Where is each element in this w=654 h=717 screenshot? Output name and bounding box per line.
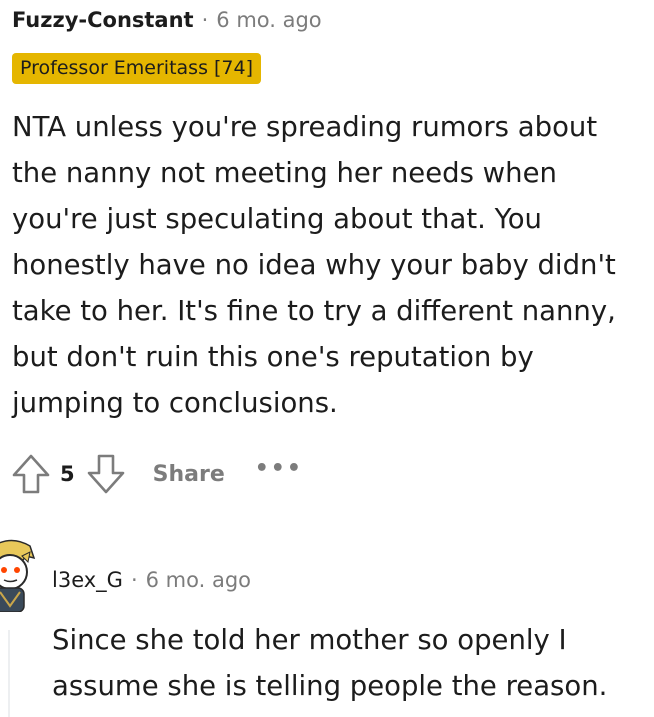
comment-body: NTA unless you're spreading rumors about… bbox=[12, 111, 616, 419]
upvote-arrow-icon bbox=[12, 454, 50, 494]
comment-author[interactable]: Fuzzy-Constant bbox=[12, 8, 194, 32]
thread-line[interactable] bbox=[8, 630, 10, 717]
user-avatar[interactable] bbox=[0, 536, 36, 612]
more-options-button[interactable]: ••• bbox=[255, 456, 303, 481]
user-flair: Professor Emeritass [74] bbox=[12, 53, 262, 84]
share-button[interactable]: Share bbox=[153, 462, 225, 487]
downvote-button[interactable] bbox=[85, 451, 127, 497]
upvote-button[interactable] bbox=[10, 451, 52, 497]
comment-actions: 5 Share ••• bbox=[10, 449, 303, 499]
reply-meta: l3ex_G · 6 mo. ago bbox=[52, 568, 251, 592]
comment-timestamp[interactable]: 6 mo. ago bbox=[216, 8, 321, 32]
comment-meta: Fuzzy-Constant · 6 mo. ago bbox=[12, 8, 322, 32]
reply-author[interactable]: l3ex_G bbox=[52, 568, 123, 592]
meta-separator: · bbox=[201, 8, 209, 32]
downvote-arrow-icon bbox=[87, 454, 124, 494]
meta-separator: · bbox=[130, 568, 138, 592]
reply-timestamp[interactable]: 6 mo. ago bbox=[146, 568, 251, 592]
reply-body: Since she told her mother so openly I as… bbox=[52, 624, 608, 702]
vote-score: 5 bbox=[60, 462, 75, 486]
